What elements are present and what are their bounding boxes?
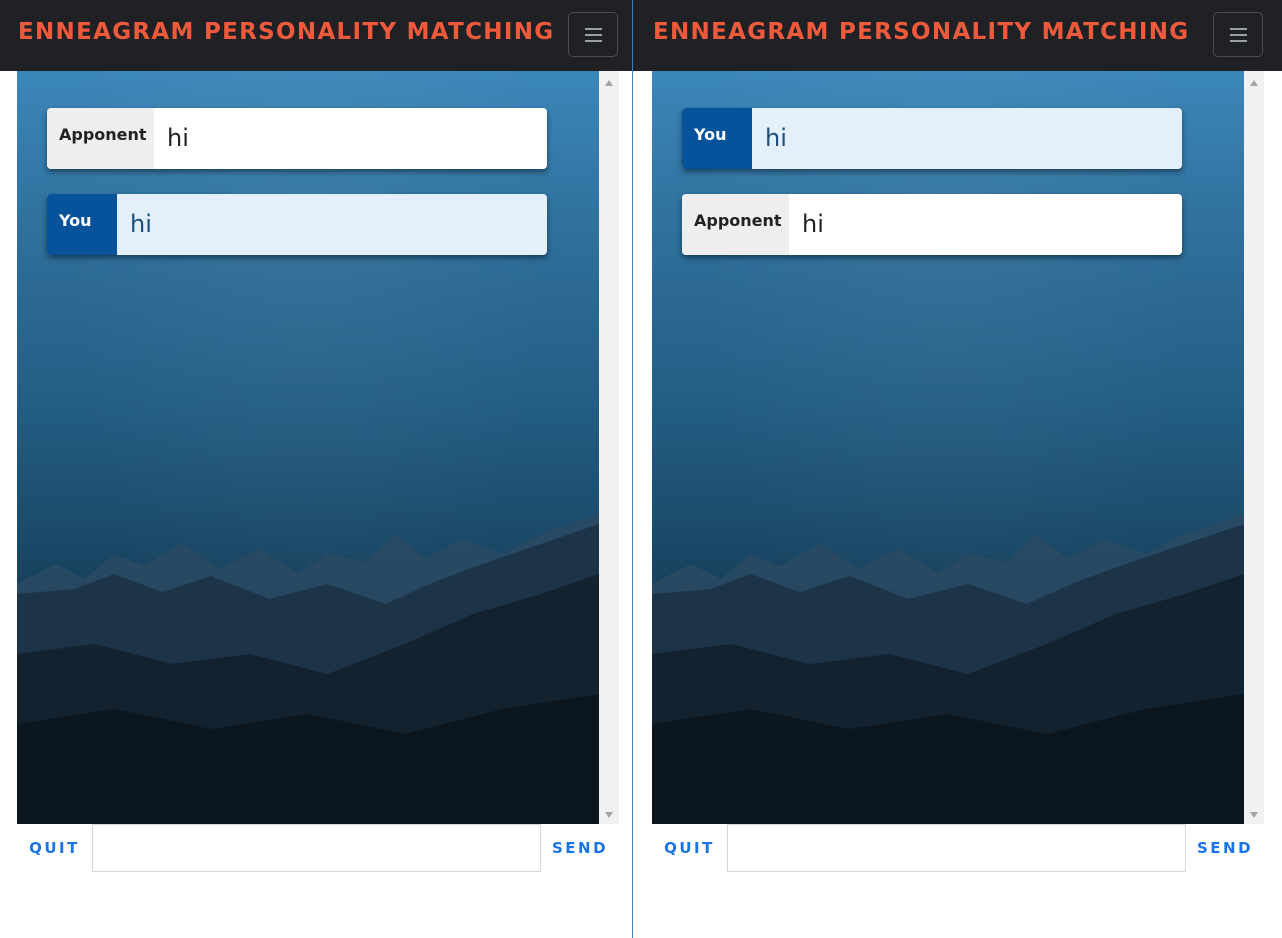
- app-brand[interactable]: ENNEAGRAM PERSONALITY MATCHING: [653, 19, 1189, 45]
- mountain-background-image: [652, 514, 1244, 824]
- send-button[interactable]: SEND: [1186, 824, 1264, 872]
- hamburger-menu-icon: [585, 28, 602, 30]
- hamburger-menu-button[interactable]: [1213, 12, 1263, 57]
- message-input-row: QUIT SEND: [17, 824, 619, 872]
- message-sender-label: You: [47, 194, 117, 255]
- scroll-up-arrow-icon[interactable]: [605, 80, 613, 86]
- message-bubble-opponent: Apponent hi: [47, 108, 547, 169]
- message-input[interactable]: [727, 824, 1186, 872]
- quit-button[interactable]: QUIT: [652, 824, 727, 872]
- navbar: ENNEAGRAM PERSONALITY MATCHING: [0, 0, 632, 71]
- left-chat-window: ENNEAGRAM PERSONALITY MATCHING Apponent …: [0, 0, 632, 938]
- message-sender-label: Apponent: [682, 194, 789, 255]
- message-text: hi: [765, 124, 787, 152]
- navbar: ENNEAGRAM PERSONALITY MATCHING: [633, 0, 1282, 71]
- scroll-down-arrow-icon[interactable]: [1250, 812, 1258, 818]
- message-bubble-you: You hi: [47, 194, 547, 255]
- message-text: hi: [167, 124, 189, 152]
- chat-scrollbar[interactable]: [1244, 71, 1264, 824]
- message-bubble-opponent: Apponent hi: [682, 194, 1182, 255]
- chat-messages-area[interactable]: Apponent hi You hi: [17, 71, 599, 824]
- chat-scrollbar[interactable]: [599, 71, 619, 824]
- message-text: hi: [802, 210, 824, 238]
- right-chat-window: ENNEAGRAM PERSONALITY MATCHING You hi Ap…: [633, 0, 1282, 938]
- scroll-down-arrow-icon[interactable]: [605, 812, 613, 818]
- message-input[interactable]: [92, 824, 541, 872]
- message-bubble-you: You hi: [682, 108, 1182, 169]
- chat-messages-area[interactable]: You hi Apponent hi: [652, 71, 1244, 824]
- hamburger-menu-button[interactable]: [568, 12, 618, 57]
- hamburger-menu-icon: [1230, 28, 1247, 30]
- scroll-up-arrow-icon[interactable]: [1250, 80, 1258, 86]
- mountain-background-image: [17, 514, 599, 824]
- message-sender-label: Apponent: [47, 108, 154, 169]
- message-sender-label: You: [682, 108, 752, 169]
- dual-window-stage: ENNEAGRAM PERSONALITY MATCHING Apponent …: [0, 0, 1282, 938]
- message-input-row: QUIT SEND: [652, 824, 1264, 872]
- quit-button[interactable]: QUIT: [17, 824, 92, 872]
- message-text: hi: [130, 210, 152, 238]
- send-button[interactable]: SEND: [541, 824, 619, 872]
- app-brand[interactable]: ENNEAGRAM PERSONALITY MATCHING: [18, 19, 554, 45]
